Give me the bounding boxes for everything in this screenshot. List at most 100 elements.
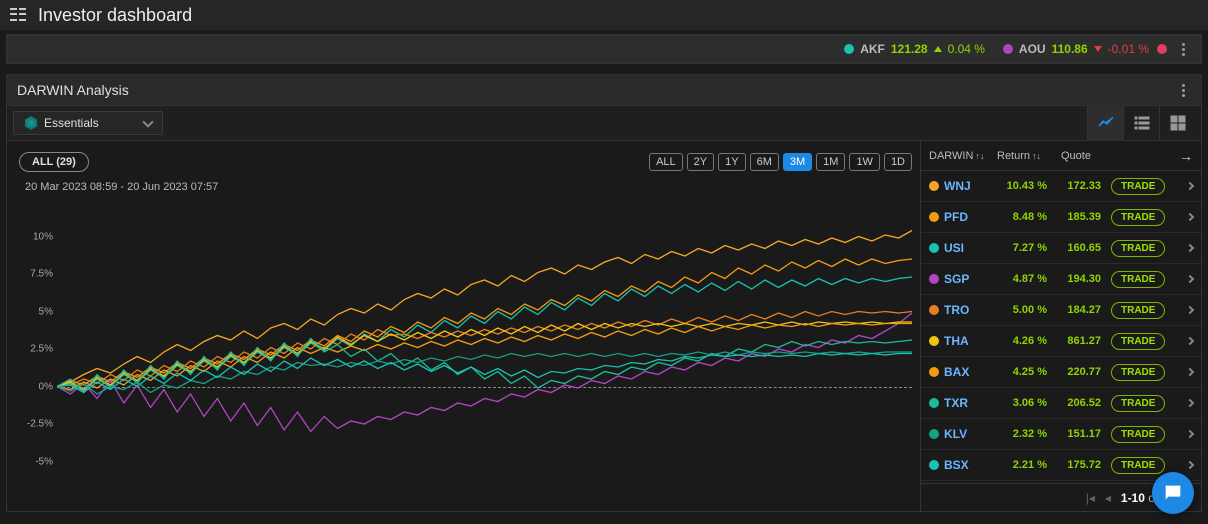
trade-button[interactable]: TRADE bbox=[1111, 240, 1165, 257]
panel-more-menu-icon[interactable] bbox=[1175, 84, 1191, 97]
trade-button[interactable]: TRADE bbox=[1111, 178, 1165, 195]
y-tick-label: 0% bbox=[39, 381, 53, 392]
row-symbol: SGP bbox=[929, 272, 983, 286]
row-symbol: THA bbox=[929, 334, 983, 348]
ticker-item[interactable]: AKF 121.28 0.04 % bbox=[844, 42, 985, 56]
row-quote: 206.52 bbox=[1053, 397, 1101, 409]
table-row[interactable]: SGP 4.87 % 194.30 TRADE bbox=[921, 264, 1201, 295]
y-tick-label: 5% bbox=[39, 306, 53, 317]
pager-first-button[interactable]: |◂ bbox=[1086, 491, 1095, 505]
row-quote: 220.77 bbox=[1053, 366, 1101, 378]
row-dot-icon bbox=[929, 460, 939, 470]
trade-button[interactable]: TRADE bbox=[1111, 333, 1165, 350]
table-row[interactable]: USI 7.27 % 160.65 TRADE bbox=[921, 233, 1201, 264]
row-return: 2.21 % bbox=[989, 459, 1047, 471]
y-tick-label: 10% bbox=[33, 231, 53, 242]
dashboard-grid-icon[interactable] bbox=[10, 8, 28, 22]
row-symbol: TXR bbox=[929, 396, 983, 410]
series-line-bsx bbox=[57, 354, 912, 393]
row-return: 7.27 % bbox=[989, 242, 1047, 254]
essentials-icon bbox=[24, 116, 38, 130]
trade-button[interactable]: TRADE bbox=[1111, 395, 1165, 412]
row-symbol: BSX bbox=[929, 458, 983, 472]
alert-dot-icon bbox=[1157, 44, 1167, 54]
range-2y-button[interactable]: 2Y bbox=[687, 153, 714, 171]
row-quote: 151.17 bbox=[1053, 428, 1101, 440]
trade-button[interactable]: TRADE bbox=[1111, 271, 1165, 288]
trade-button[interactable]: TRADE bbox=[1111, 364, 1165, 381]
view-grid-button[interactable] bbox=[1159, 105, 1195, 141]
row-return: 10.43 % bbox=[989, 180, 1047, 192]
table-row[interactable]: TXR 3.06 % 206.52 TRADE bbox=[921, 388, 1201, 419]
table-row[interactable]: WNJ 10.43 % 172.33 TRADE bbox=[921, 171, 1201, 202]
row-symbol: KLV bbox=[929, 427, 983, 441]
view-toggle-group bbox=[1087, 105, 1195, 141]
more-menu-icon[interactable] bbox=[1175, 43, 1191, 56]
row-return: 5.00 % bbox=[989, 304, 1047, 316]
table-header: DARWIN↑↓ Return↑↓ Quote → bbox=[921, 141, 1201, 171]
range-1y-button[interactable]: 1Y bbox=[718, 153, 745, 171]
ticker-change: 0.04 % bbox=[948, 42, 985, 56]
range-1d-button[interactable]: 1D bbox=[884, 153, 912, 171]
chat-button[interactable] bbox=[1152, 472, 1194, 514]
row-return: 4.25 % bbox=[989, 366, 1047, 378]
trade-button[interactable]: TRADE bbox=[1111, 209, 1165, 226]
row-symbol: PFD bbox=[929, 210, 983, 224]
essentials-dropdown[interactable]: Essentials bbox=[13, 111, 163, 135]
chevron-right-icon bbox=[1186, 275, 1194, 283]
row-symbol: USI bbox=[929, 241, 983, 255]
all-filter-pill[interactable]: ALL (29) bbox=[19, 152, 89, 172]
y-tick-label: -5% bbox=[35, 456, 53, 467]
range-3m-button[interactable]: 3M bbox=[783, 153, 812, 171]
triangle-up-icon bbox=[934, 46, 942, 52]
range-1w-button[interactable]: 1W bbox=[849, 153, 880, 171]
y-tick-label: 7.5% bbox=[30, 269, 53, 280]
table-row[interactable]: BAX 4.25 % 220.77 TRADE bbox=[921, 357, 1201, 388]
trade-button[interactable]: TRADE bbox=[1111, 457, 1165, 474]
ticker-item[interactable]: AOU 110.86 -0.01 % bbox=[1003, 42, 1149, 56]
trade-button[interactable]: TRADE bbox=[1111, 302, 1165, 319]
row-quote: 184.27 bbox=[1053, 304, 1101, 316]
series-line-klv bbox=[57, 352, 912, 394]
view-list-button[interactable] bbox=[1123, 105, 1159, 141]
th-quote[interactable]: Quote bbox=[1061, 150, 1109, 162]
table-row[interactable]: KLV 2.32 % 151.17 TRADE bbox=[921, 419, 1201, 450]
row-dot-icon bbox=[929, 181, 939, 191]
chevron-right-icon bbox=[1186, 337, 1194, 345]
table-row[interactable]: PFD 8.48 % 185.39 TRADE bbox=[921, 202, 1201, 233]
series-line-sgp bbox=[57, 313, 912, 432]
expand-arrow-icon[interactable]: → bbox=[1179, 148, 1193, 164]
th-darwin[interactable]: DARWIN↑↓ bbox=[929, 150, 991, 162]
th-return[interactable]: Return↑↓ bbox=[997, 150, 1055, 162]
ticker-symbol: AOU bbox=[1019, 42, 1046, 56]
row-dot-icon bbox=[929, 305, 939, 315]
table-row[interactable]: THA 4.26 % 861.27 TRADE bbox=[921, 326, 1201, 357]
ticker-dot-icon bbox=[1003, 44, 1013, 54]
chevron-down-icon bbox=[142, 116, 153, 127]
chart-area: ALL (29) ALL2Y1Y 6M3M1M1W1D 20 Mar 2023 0… bbox=[7, 141, 920, 511]
chevron-right-icon bbox=[1186, 244, 1194, 252]
row-dot-icon bbox=[929, 398, 939, 408]
view-chart-button[interactable] bbox=[1087, 105, 1123, 141]
date-range-label: 20 Mar 2023 08:59 - 20 Jun 2023 07:57 bbox=[7, 177, 920, 193]
chart-canvas[interactable]: 10%7.5%5%2.5%0%-2.5%-5% bbox=[7, 199, 920, 499]
panel-header: DARWIN Analysis bbox=[7, 75, 1201, 105]
range-6m-button[interactable]: 6M bbox=[750, 153, 779, 171]
pager-prev-button[interactable]: ◂ bbox=[1105, 491, 1111, 505]
row-symbol: TRO bbox=[929, 303, 983, 317]
range-all-button[interactable]: ALL bbox=[649, 153, 683, 171]
darwin-analysis-panel: DARWIN Analysis Essentials AL bbox=[6, 74, 1202, 512]
ticker-change: -0.01 % bbox=[1108, 42, 1149, 56]
row-dot-icon bbox=[929, 429, 939, 439]
chevron-right-icon bbox=[1186, 430, 1194, 438]
row-dot-icon bbox=[929, 367, 939, 377]
range-button-group: ALL2Y1Y 6M3M1M1W1D bbox=[649, 153, 912, 171]
ticker-bar: AKF 121.28 0.04 % AOU 110.86 -0.01 % bbox=[6, 34, 1202, 64]
darwin-table: DARWIN↑↓ Return↑↓ Quote → WNJ 10.43 % 17… bbox=[920, 141, 1201, 511]
row-dot-icon bbox=[929, 243, 939, 253]
table-row[interactable]: TRO 5.00 % 184.27 TRADE bbox=[921, 295, 1201, 326]
range-1m-button[interactable]: 1M bbox=[816, 153, 845, 171]
trade-button[interactable]: TRADE bbox=[1111, 426, 1165, 443]
row-quote: 185.39 bbox=[1053, 211, 1101, 223]
page-title: Investor dashboard bbox=[38, 5, 192, 26]
